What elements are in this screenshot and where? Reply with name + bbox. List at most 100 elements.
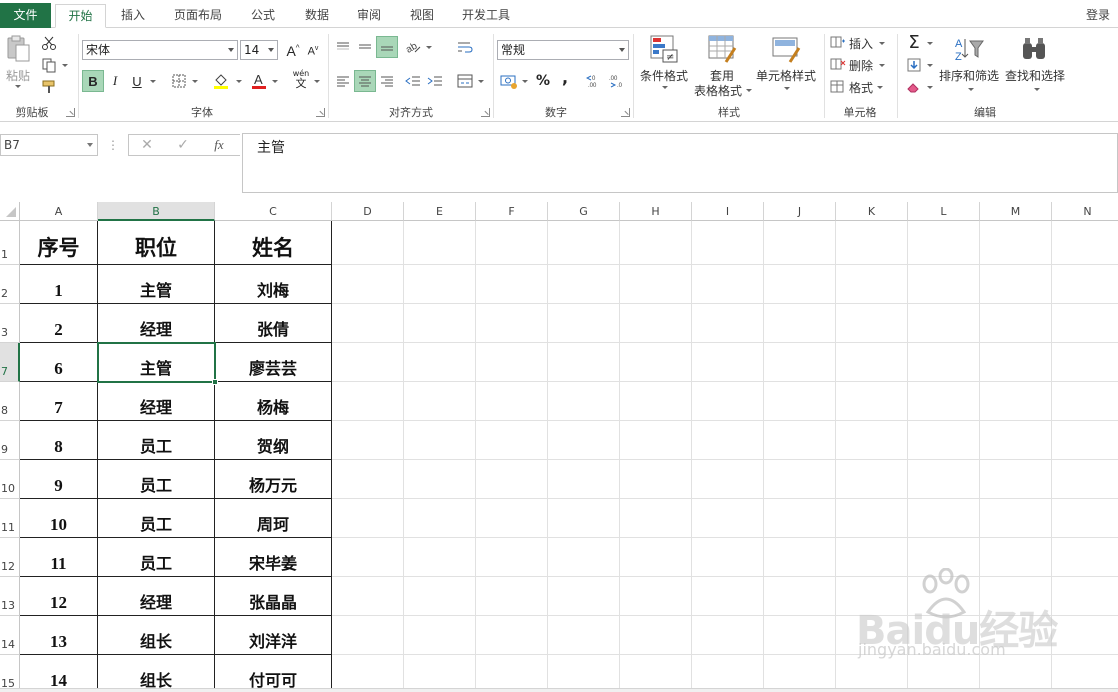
cell-styles-dropdown-icon[interactable] (782, 85, 790, 91)
empty-cell[interactable] (548, 655, 620, 692)
empty-cell[interactable] (764, 577, 836, 616)
empty-cell[interactable] (764, 382, 836, 421)
cell-c14[interactable]: 刘洋洋 (215, 616, 332, 655)
empty-cell[interactable] (908, 304, 980, 343)
column-header-j[interactable]: J (764, 202, 836, 221)
empty-cell[interactable] (1052, 382, 1118, 421)
cell-a12[interactable]: 11 (20, 538, 98, 577)
empty-cell[interactable] (548, 616, 620, 655)
empty-cell[interactable] (476, 460, 548, 499)
accounting-dropdown-icon[interactable] (520, 78, 528, 84)
number-launcher-icon[interactable] (621, 108, 630, 117)
align-right-icon[interactable] (376, 70, 398, 92)
empty-cell[interactable] (620, 221, 692, 265)
table-format-dropdown-icon[interactable] (744, 87, 752, 93)
merge-dropdown-icon[interactable] (476, 78, 484, 84)
empty-cell[interactable] (476, 221, 548, 265)
empty-cell[interactable] (476, 577, 548, 616)
font-launcher-icon[interactable] (316, 108, 325, 117)
wrap-text-icon[interactable] (454, 36, 476, 58)
row-header-11[interactable]: 11 (0, 499, 20, 538)
font-color-dropdown-icon[interactable] (270, 78, 278, 84)
empty-cell[interactable] (476, 265, 548, 304)
empty-cell[interactable] (1052, 499, 1118, 538)
cell-a11[interactable]: 10 (20, 499, 98, 538)
align-left-icon[interactable] (332, 70, 354, 92)
empty-cell[interactable] (620, 265, 692, 304)
cell-c13[interactable]: 张晶晶 (215, 577, 332, 616)
clear-dropdown-icon[interactable] (925, 84, 933, 90)
empty-cell[interactable] (764, 460, 836, 499)
bold-button[interactable]: B (82, 70, 104, 92)
confirm-entry-icon[interactable]: ✓ (173, 136, 193, 154)
empty-cell[interactable] (404, 382, 476, 421)
tab-data[interactable]: 数据 (296, 4, 338, 28)
empty-cell[interactable] (332, 616, 404, 655)
autosum-icon[interactable]: Σ (903, 31, 925, 53)
empty-cell[interactable] (548, 538, 620, 577)
tab-page-layout[interactable]: 页面布局 (166, 4, 230, 28)
cell-c8[interactable]: 杨梅 (215, 382, 332, 421)
find-select-dropdown-icon[interactable] (1032, 86, 1040, 92)
clipboard-launcher-icon[interactable] (66, 108, 75, 117)
border-icon[interactable] (168, 70, 190, 92)
cell-a9[interactable]: 8 (20, 421, 98, 460)
cell-b3[interactable]: 经理 (98, 304, 215, 343)
empty-cell[interactable] (980, 460, 1052, 499)
empty-cell[interactable] (764, 304, 836, 343)
clear-icon[interactable] (903, 76, 925, 98)
cell-b11[interactable]: 员工 (98, 499, 215, 538)
chevron-down-icon[interactable] (268, 48, 274, 52)
cell-b7[interactable]: 主管 (98, 343, 215, 382)
empty-cell[interactable] (404, 538, 476, 577)
empty-cell[interactable] (1052, 421, 1118, 460)
empty-cell[interactable] (404, 616, 476, 655)
empty-cell[interactable] (620, 538, 692, 577)
conditional-formatting-icon[interactable]: ≠ (648, 34, 680, 64)
empty-cell[interactable] (404, 577, 476, 616)
empty-cell[interactable] (908, 343, 980, 382)
conditional-formatting-button[interactable]: 条件格式 (636, 68, 692, 83)
cell-a13[interactable]: 12 (20, 577, 98, 616)
cell-a10[interactable]: 9 (20, 460, 98, 499)
column-header-n[interactable]: N (1052, 202, 1118, 221)
empty-cell[interactable] (620, 616, 692, 655)
increase-indent-icon[interactable] (424, 70, 446, 92)
column-header-a[interactable]: A (20, 202, 98, 221)
cell-c2[interactable]: 刘梅 (215, 265, 332, 304)
tab-developer[interactable]: 开发工具 (454, 4, 518, 28)
sort-filter-dropdown-icon[interactable] (966, 86, 974, 92)
select-all-corner[interactable] (0, 202, 20, 221)
sort-filter-button[interactable]: 排序和筛选 (936, 68, 1002, 83)
empty-cell[interactable] (332, 343, 404, 382)
empty-cell[interactable] (620, 343, 692, 382)
empty-cell[interactable] (980, 499, 1052, 538)
empty-cell[interactable] (332, 460, 404, 499)
empty-cell[interactable] (332, 265, 404, 304)
paste-button[interactable]: 粘贴 (3, 68, 33, 83)
empty-cell[interactable] (332, 499, 404, 538)
sort-filter-icon[interactable]: AZ (952, 34, 986, 64)
empty-cell[interactable] (1052, 265, 1118, 304)
empty-cell[interactable] (908, 421, 980, 460)
empty-cell[interactable] (1052, 304, 1118, 343)
empty-cell[interactable] (980, 343, 1052, 382)
empty-cell[interactable] (836, 460, 908, 499)
cell-c1[interactable]: 姓名 (215, 221, 332, 265)
alignment-launcher-icon[interactable] (481, 108, 490, 117)
empty-cell[interactable] (836, 304, 908, 343)
fill-down-icon[interactable] (903, 54, 925, 76)
row-header-7[interactable]: 7 (0, 343, 20, 382)
cell-a3[interactable]: 2 (20, 304, 98, 343)
paste-dropdown-icon[interactable] (12, 82, 22, 90)
empty-cell[interactable] (692, 460, 764, 499)
empty-cell[interactable] (404, 221, 476, 265)
cell-c7[interactable]: 廖芸芸 (215, 343, 332, 382)
row-header-14[interactable]: 14 (0, 616, 20, 655)
empty-cell[interactable] (404, 421, 476, 460)
empty-cell[interactable] (476, 655, 548, 692)
cell-c10[interactable]: 杨万元 (215, 460, 332, 499)
tab-home[interactable]: 开始 (55, 4, 106, 28)
cell-b10[interactable]: 员工 (98, 460, 215, 499)
empty-cell[interactable] (548, 460, 620, 499)
